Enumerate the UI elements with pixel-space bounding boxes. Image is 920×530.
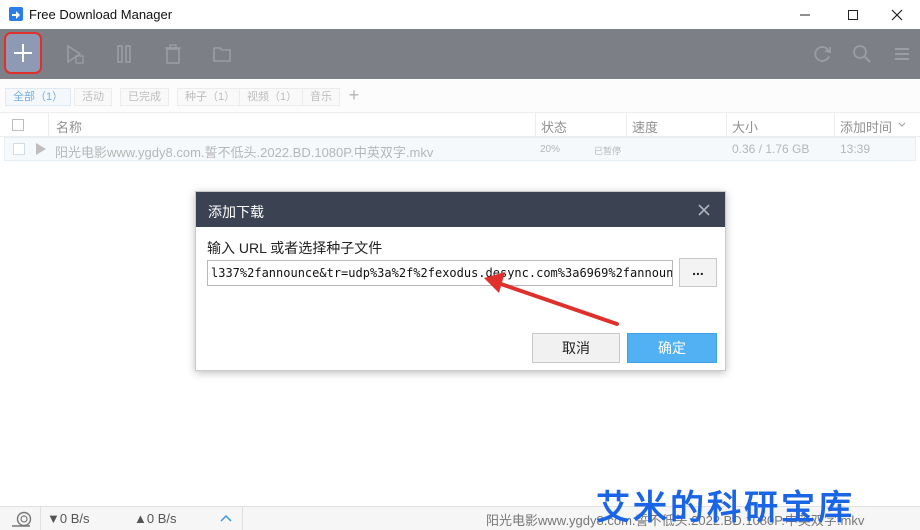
minimize-button[interactable] — [782, 0, 828, 29]
search-button[interactable] — [846, 38, 878, 70]
start-button[interactable] — [58, 38, 90, 70]
close-icon[interactable] — [695, 201, 713, 219]
download-speed: ▼0 B/s — [47, 511, 90, 526]
refresh-icon — [814, 46, 831, 62]
browse-torrent-button[interactable]: ... — [679, 258, 717, 287]
dialog-header: 添加下载 — [196, 192, 725, 227]
folder-icon — [213, 47, 231, 62]
minimize-icon — [800, 14, 810, 15]
close-window-button[interactable] — [874, 0, 920, 29]
delete-button[interactable] — [157, 38, 189, 70]
pause-icon — [117, 45, 131, 63]
title-bar: Free Download Manager — [0, 0, 920, 29]
ok-button[interactable]: 确定 — [627, 333, 717, 363]
upload-speed: ▲0 B/s — [134, 511, 177, 526]
menu-button[interactable] — [886, 38, 918, 70]
app-logo-icon — [9, 7, 23, 21]
open-folder-button[interactable] — [206, 38, 238, 70]
dialog-title: 添加下载 — [208, 204, 264, 220]
chevron-up-icon[interactable] — [220, 514, 232, 522]
toolbar — [0, 29, 920, 79]
play-icon — [67, 44, 84, 64]
add-download-dialog: 添加下载 输入 URL 或者选择种子文件 l337%2fannounce&tr=… — [195, 191, 726, 371]
trash-icon — [165, 44, 181, 64]
plus-icon — [14, 44, 32, 62]
add-download-button[interactable] — [4, 32, 42, 74]
speed-limit-snail-icon[interactable] — [10, 510, 34, 528]
watermark-text: 艾米的科研宝库 — [596, 488, 855, 528]
close-icon — [891, 9, 903, 20]
hamburger-menu-icon — [895, 48, 909, 60]
maximize-button[interactable] — [830, 0, 876, 29]
refresh-button[interactable] — [806, 38, 838, 70]
search-icon — [853, 45, 871, 63]
url-label: 输入 URL 或者选择种子文件 — [207, 240, 383, 256]
pause-button[interactable] — [108, 38, 140, 70]
url-input[interactable]: l337%2fannounce&tr=udp%3a%2f%2fexodus.de… — [207, 260, 673, 286]
maximize-icon — [848, 9, 858, 20]
cancel-button[interactable]: 取消 — [532, 333, 620, 363]
window-title: Free Download Manager — [29, 7, 173, 22]
